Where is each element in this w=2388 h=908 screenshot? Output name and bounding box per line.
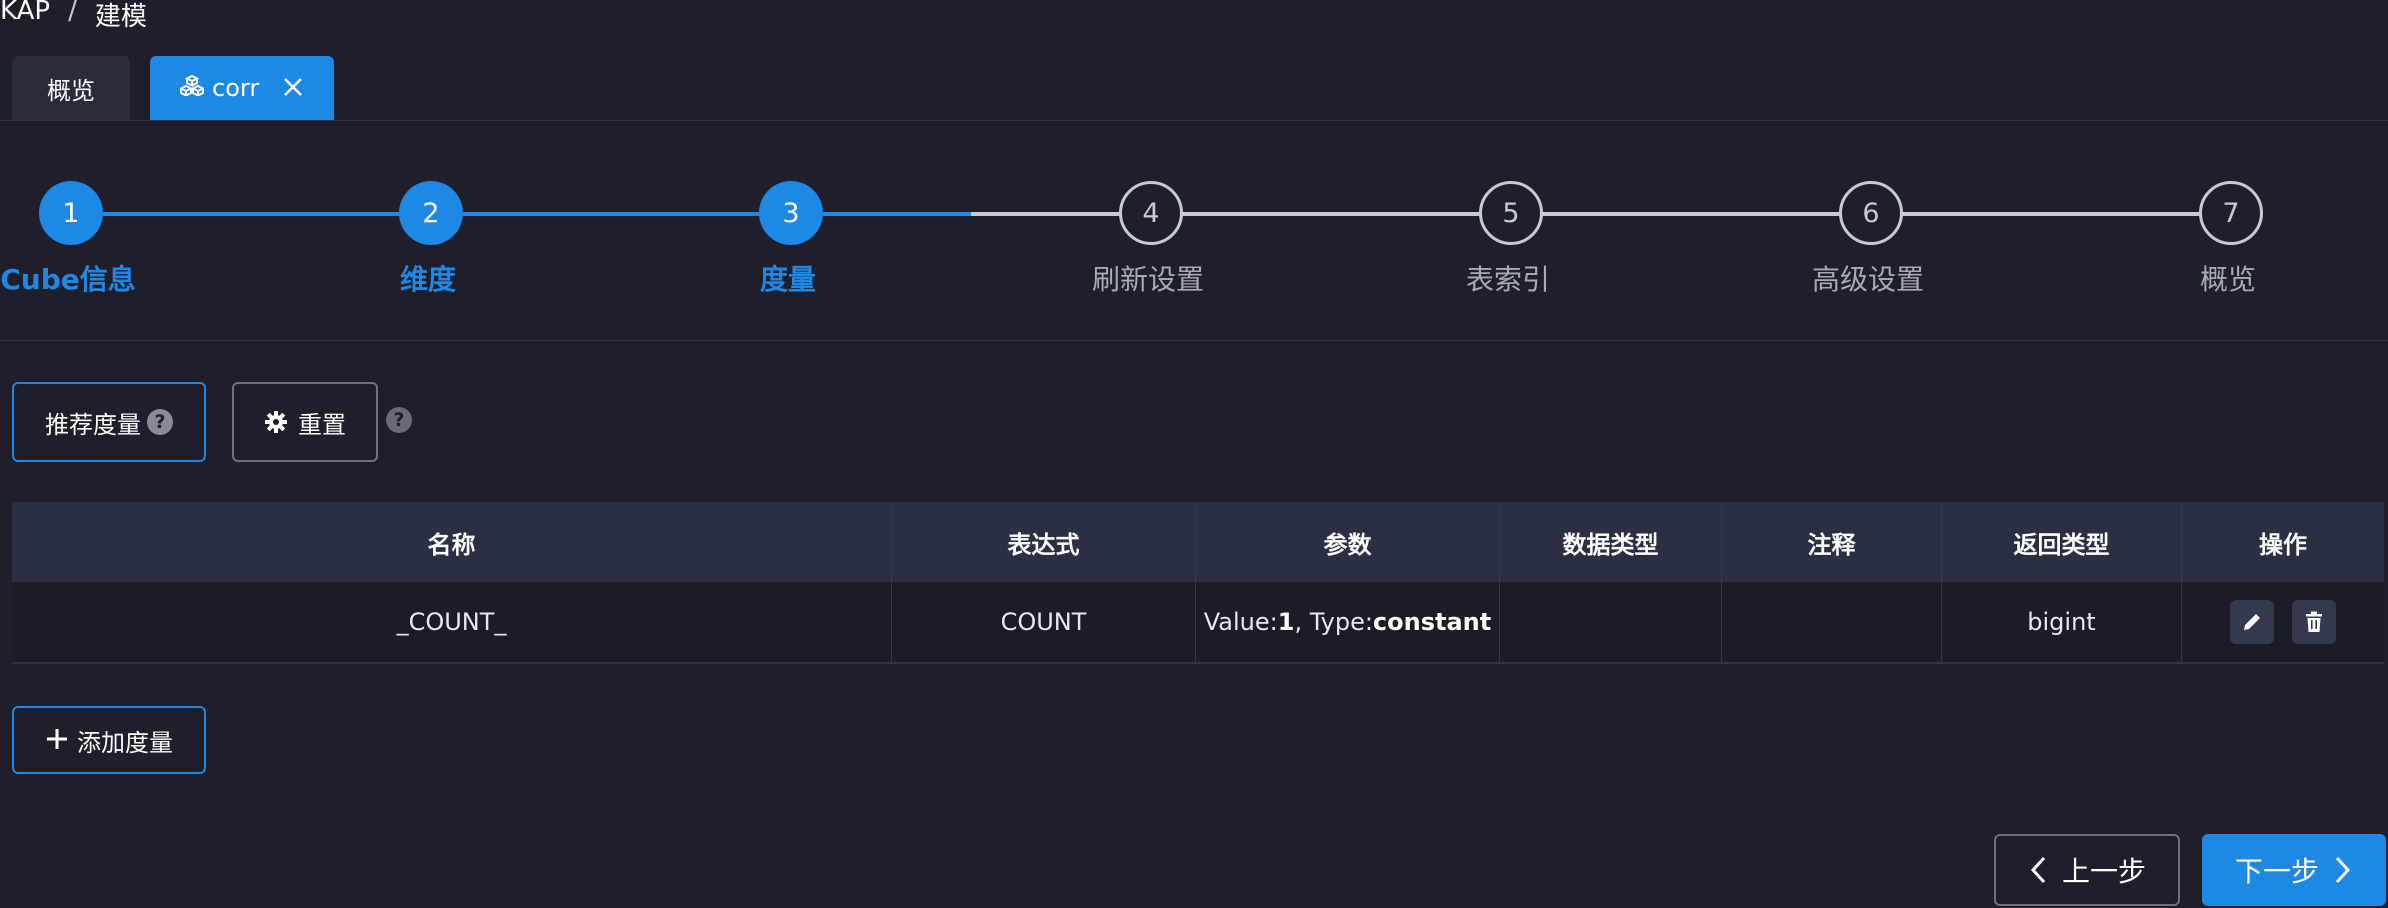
step-6-circle: 6 bbox=[1839, 181, 1903, 245]
cell-name: _COUNT_ bbox=[12, 582, 892, 662]
cell-comment bbox=[1722, 582, 1942, 662]
param-value-label: Value: bbox=[1203, 608, 1278, 636]
breadcrumb-separator: / bbox=[68, 0, 77, 26]
column-header-parameters: 参数 bbox=[1196, 502, 1500, 582]
plus-icon bbox=[45, 723, 69, 757]
column-header-name: 名称 bbox=[12, 502, 892, 582]
tab-overview-label: 概览 bbox=[47, 76, 95, 105]
column-header-actions: 操作 bbox=[2259, 530, 2307, 559]
cell-parameters: Value: 1, Type: constant bbox=[1196, 582, 1500, 662]
column-header-comment: 注释 bbox=[1722, 502, 1942, 582]
edit-measure-button[interactable] bbox=[2230, 600, 2274, 644]
step-5-circle: 5 bbox=[1479, 181, 1543, 245]
step-3-circle[interactable]: 3 bbox=[759, 181, 823, 245]
pencil-icon bbox=[2241, 611, 2263, 633]
tab-cube-corr[interactable]: corr bbox=[150, 56, 334, 120]
cell-expression: COUNT bbox=[892, 582, 1196, 662]
breadcrumb: KAP / 建模 bbox=[0, 0, 147, 33]
recommend-measures-label: 推荐度量 bbox=[45, 410, 141, 439]
tab-bar: 概览 corr bbox=[0, 56, 2388, 121]
column-header-expression: 表达式 bbox=[892, 502, 1196, 582]
table-row: _COUNT_ COUNT Value: 1, Type: constant big… bbox=[12, 582, 2384, 664]
trash-icon bbox=[2304, 611, 2324, 633]
step-5-label: 表索引 bbox=[1465, 263, 1551, 296]
step-7-circle: 7 bbox=[2199, 181, 2263, 245]
tab-overview[interactable]: 概览 bbox=[12, 56, 130, 120]
gear-icon bbox=[264, 410, 288, 434]
add-measure-label: 添加度量 bbox=[77, 728, 173, 757]
step-1-label[interactable]: Cube信息 bbox=[0, 258, 136, 298]
delete-measure-button[interactable] bbox=[2292, 600, 2336, 644]
column-header-return-type: 返回类型 bbox=[1942, 502, 2182, 582]
param-type-label: , Type: bbox=[1294, 608, 1373, 636]
breadcrumb-root[interactable]: KAP bbox=[0, 0, 50, 33]
chevron-right-icon bbox=[2331, 855, 2353, 885]
previous-step-label: 上一步 bbox=[2061, 855, 2146, 888]
measures-table: 名称 表达式 参数 数据类型 注释 返回类型 操作 _COUNT_ COUNT … bbox=[12, 502, 2384, 664]
step-2-circle[interactable]: 2 bbox=[399, 181, 463, 245]
step-6-label: 高级设置 bbox=[1811, 263, 1925, 296]
reset-label: 重置 bbox=[298, 410, 346, 439]
question-icon[interactable]: ? bbox=[147, 409, 173, 435]
step-7-label: 概览 bbox=[2199, 263, 2257, 296]
param-type: constant bbox=[1372, 608, 1492, 636]
next-step-button[interactable]: 下一步 bbox=[2202, 834, 2386, 906]
breadcrumb-current: 建模 bbox=[94, 2, 147, 32]
param-value: 1 bbox=[1277, 608, 1295, 636]
next-step-label: 下一步 bbox=[2234, 855, 2319, 888]
step-wizard: 1 2 3 4 5 6 7 Cube信息 维度 度量 刷新设置 表索引 高级设置… bbox=[0, 120, 2388, 341]
step-1-circle[interactable]: 1 bbox=[39, 181, 103, 245]
table-header: 名称 表达式 参数 数据类型 注释 返回类型 操作 bbox=[12, 502, 2384, 582]
chevron-left-icon bbox=[2028, 855, 2050, 885]
cell-return-type: bigint bbox=[1942, 582, 2182, 662]
previous-step-button[interactable]: 上一步 bbox=[1994, 834, 2180, 906]
cubes-icon bbox=[178, 74, 206, 102]
close-icon[interactable] bbox=[282, 76, 304, 98]
step-3-label[interactable]: 度量 bbox=[760, 258, 816, 298]
step-4-label: 刷新设置 bbox=[1091, 263, 1205, 296]
question-icon[interactable]: ? bbox=[386, 407, 412, 433]
column-header-data-type: 数据类型 bbox=[1500, 502, 1722, 582]
cell-actions bbox=[2182, 582, 2384, 662]
cell-data-type bbox=[1500, 582, 1722, 662]
step-4-circle: 4 bbox=[1119, 181, 1183, 245]
reset-button[interactable]: 重置 bbox=[232, 382, 378, 462]
progress-line-complete bbox=[71, 212, 971, 216]
recommend-measures-button[interactable]: 推荐度量 ? bbox=[12, 382, 206, 462]
step-2-label[interactable]: 维度 bbox=[400, 258, 456, 298]
tab-active-label: corr bbox=[212, 74, 260, 102]
add-measure-button[interactable]: 添加度量 bbox=[12, 706, 206, 774]
